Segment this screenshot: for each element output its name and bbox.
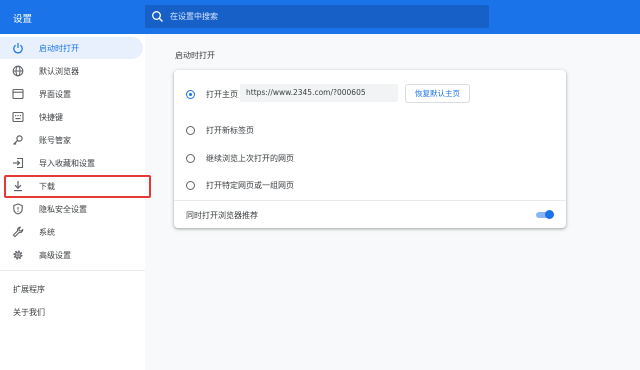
sidebar-item-startup[interactable]: 启动时打开 bbox=[0, 37, 143, 59]
option-label: 继续浏览上次打开的网页 bbox=[206, 154, 294, 163]
sidebar-item-extensions[interactable]: 扩展程序 bbox=[13, 284, 45, 295]
top-bar: 设置 在设置中搜索 bbox=[0, 0, 640, 34]
sidebar-item-label: 系统 bbox=[39, 228, 55, 237]
sidebar-item-advanced[interactable]: 高级设置 bbox=[0, 244, 143, 266]
gear-icon bbox=[12, 249, 24, 261]
sidebar-item-shortcuts[interactable]: 快捷键 bbox=[0, 106, 143, 128]
wrench-icon bbox=[12, 226, 24, 238]
import-icon bbox=[12, 157, 24, 169]
shield-icon bbox=[12, 203, 24, 215]
homepage-url-field[interactable]: https://www.2345.com/?000605 bbox=[240, 84, 398, 102]
sidebar-item-label: 导入收藏和设置 bbox=[39, 159, 95, 168]
browser-window-icon bbox=[12, 88, 24, 100]
sidebar-item-about[interactable]: 关于我们 bbox=[13, 307, 45, 318]
section-title: 启动时打开 bbox=[175, 51, 215, 60]
sidebar-item-label: 启动时打开 bbox=[39, 44, 79, 53]
option-label: 打开新标签页 bbox=[206, 126, 254, 135]
sidebar-item-default-browser[interactable]: 默认浏览器 bbox=[0, 60, 143, 82]
sidebar-item-label: 默认浏览器 bbox=[39, 67, 79, 76]
search-placeholder: 在设置中搜索 bbox=[170, 12, 218, 21]
radio-open-new-tab[interactable] bbox=[186, 126, 195, 135]
keyboard-icon bbox=[12, 111, 24, 123]
sidebar-divider bbox=[0, 270, 145, 271]
recommend-toggle[interactable] bbox=[536, 210, 554, 219]
search-input[interactable]: 在设置中搜索 bbox=[145, 5, 489, 28]
restore-default-homepage-button[interactable]: 恢复默认主页 bbox=[405, 84, 470, 103]
sidebar: 启动时打开 默认浏览器 界面设置 快捷键 账号管家 导入收藏和设置 下载 隐私安… bbox=[0, 34, 145, 370]
radio-continue-session[interactable] bbox=[186, 154, 195, 163]
sidebar-item-privacy[interactable]: 隐私安全设置 bbox=[0, 198, 143, 220]
radio-open-homepage[interactable] bbox=[186, 90, 195, 99]
card-divider bbox=[174, 200, 566, 201]
sidebar-item-appearance[interactable]: 界面设置 bbox=[0, 83, 143, 105]
search-icon bbox=[151, 10, 164, 23]
page-title: 设置 bbox=[13, 14, 33, 25]
option-label: 打开特定网页或一组网页 bbox=[206, 181, 294, 190]
sidebar-item-account[interactable]: 账号管家 bbox=[0, 129, 143, 151]
sidebar-item-label: 高级设置 bbox=[39, 251, 71, 260]
sidebar-item-label: 下载 bbox=[39, 182, 55, 191]
sidebar-item-downloads[interactable]: 下载 bbox=[0, 175, 143, 197]
sidebar-item-import[interactable]: 导入收藏和设置 bbox=[0, 152, 143, 174]
power-icon bbox=[12, 42, 24, 54]
download-icon bbox=[12, 180, 24, 192]
option-label: 打开主页 bbox=[206, 90, 238, 99]
toggle-knob bbox=[545, 210, 554, 219]
globe-icon bbox=[12, 65, 24, 77]
sidebar-item-system[interactable]: 系统 bbox=[0, 221, 143, 243]
sidebar-item-label: 快捷键 bbox=[39, 113, 63, 122]
key-icon bbox=[12, 134, 24, 146]
recommend-label: 同时打开浏览器推荐 bbox=[186, 211, 258, 220]
radio-open-specific-pages[interactable] bbox=[186, 181, 195, 190]
sidebar-item-label: 界面设置 bbox=[39, 90, 71, 99]
sidebar-item-label: 隐私安全设置 bbox=[39, 205, 87, 214]
startup-settings-card: 打开主页 https://www.2345.com/?000605 恢复默认主页… bbox=[174, 70, 566, 228]
sidebar-item-label: 账号管家 bbox=[39, 136, 71, 145]
